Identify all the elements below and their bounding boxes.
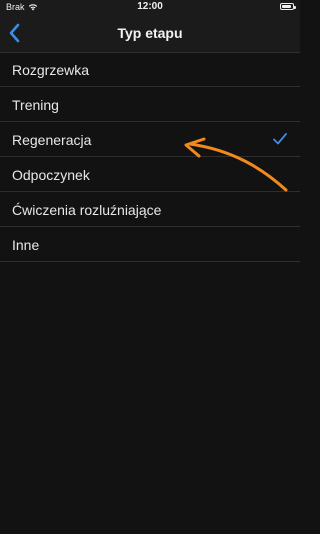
status-bar: Brak 12:00 xyxy=(0,0,300,14)
list-item-label: Regeneracja xyxy=(12,132,92,148)
list-item-regeneracja[interactable]: Regeneracja xyxy=(0,122,300,157)
list-item-label: Odpoczynek xyxy=(12,167,90,183)
list-item-label: Rozgrzewka xyxy=(12,62,90,78)
list-item-inne[interactable]: Inne xyxy=(0,227,300,262)
list-item-trening[interactable]: Trening xyxy=(0,87,300,122)
page-title: Typ etapu xyxy=(117,25,183,41)
list-item-label: Trening xyxy=(12,97,59,113)
battery-icon xyxy=(280,3,296,10)
list-item-label: Ćwiczenia rozluźniające xyxy=(12,202,162,218)
navigation-bar: Typ etapu xyxy=(0,14,300,53)
checkmark-icon xyxy=(273,133,287,145)
battery-level xyxy=(282,5,291,8)
list-item-odpoczynek[interactable]: Odpoczynek xyxy=(0,157,300,192)
status-time: 12:00 xyxy=(137,1,163,12)
list-item-cwiczenia-rozluzniajace[interactable]: Ćwiczenia rozluźniające xyxy=(0,192,300,227)
stage-type-list: Rozgrzewka Trening Regeneracja Odpoczyne… xyxy=(0,52,300,262)
list-item-rozgrzewka[interactable]: Rozgrzewka xyxy=(0,52,300,87)
list-item-label: Inne xyxy=(12,237,40,253)
